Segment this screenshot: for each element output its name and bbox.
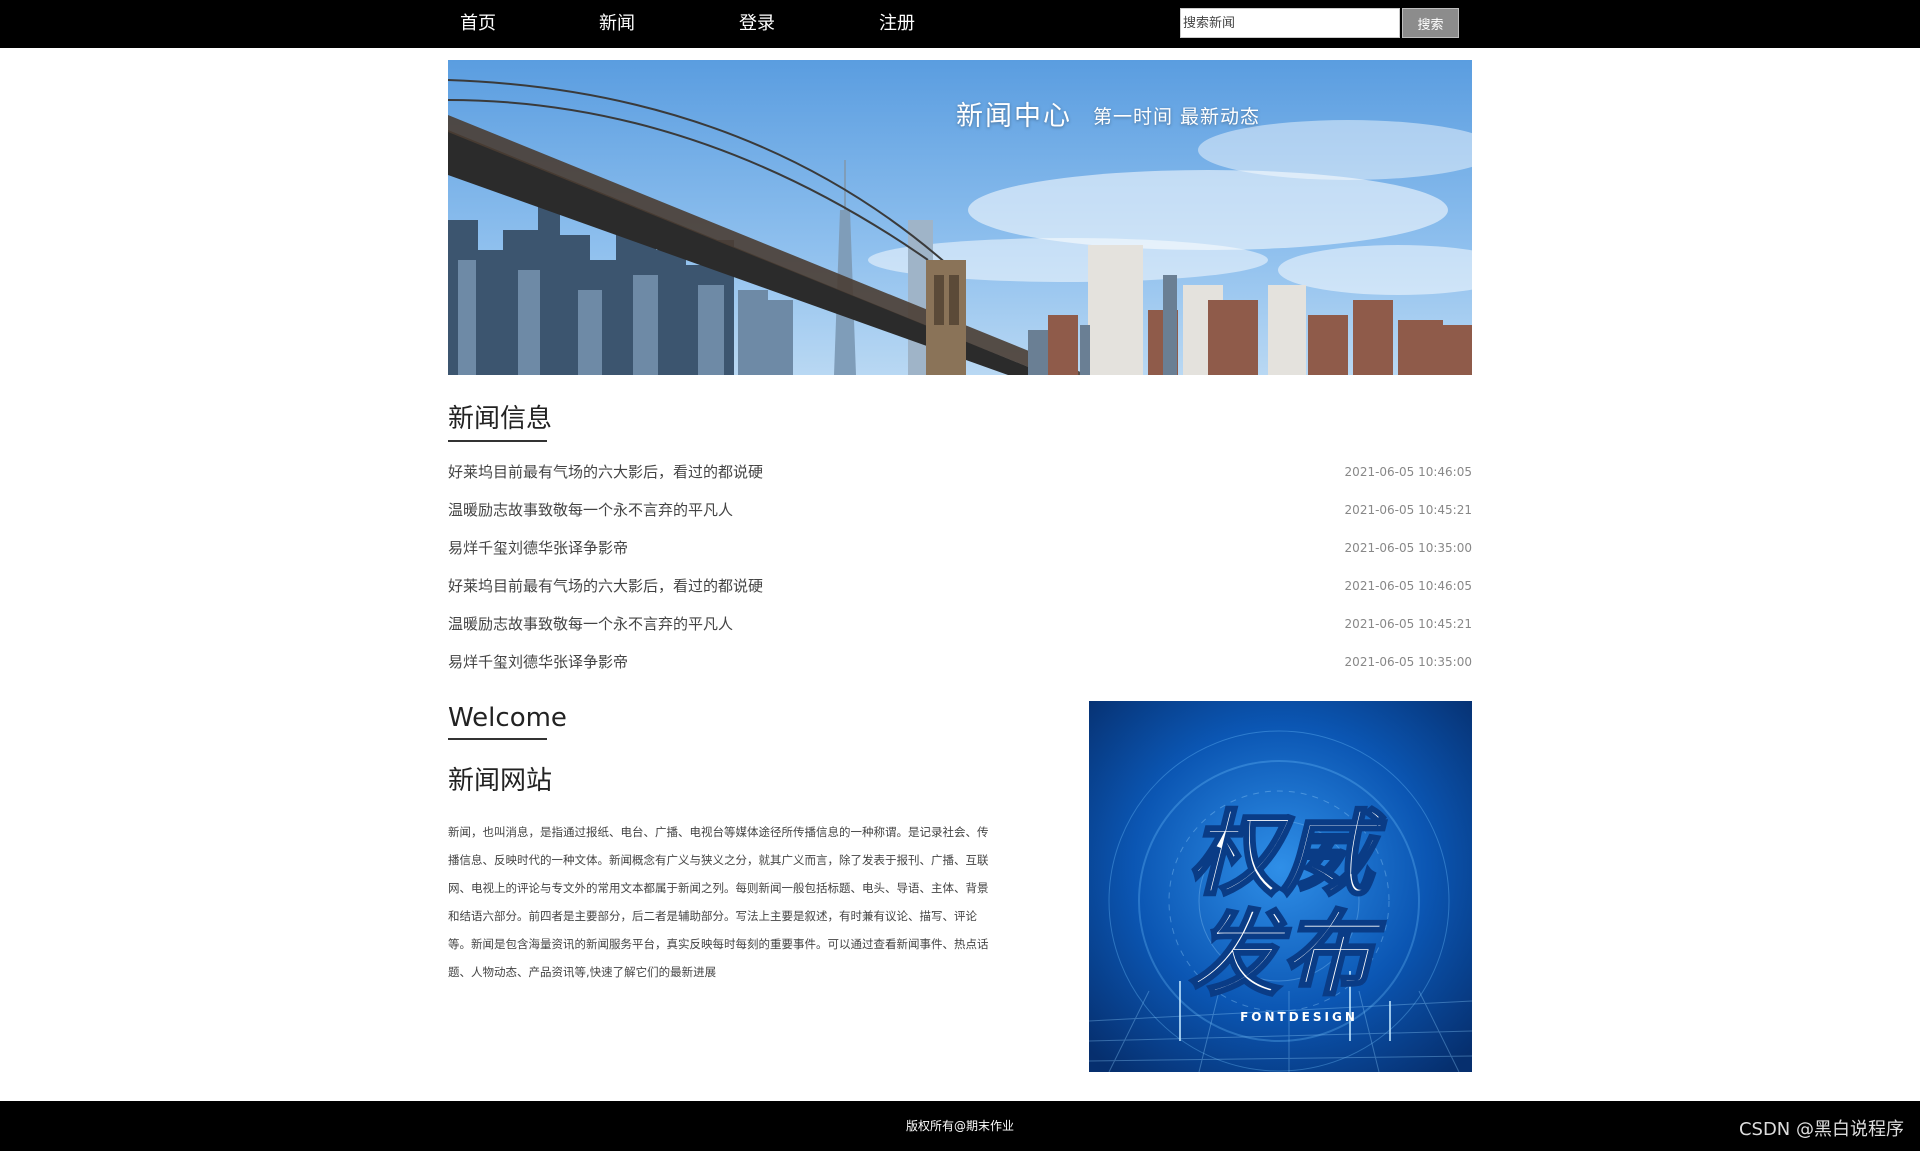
- promo-line-1: 权威: [1189, 801, 1387, 908]
- search-button[interactable]: 搜索: [1402, 8, 1459, 38]
- welcome-subheading: 新闻网站: [448, 766, 553, 796]
- footer-copyright: 版权所有@期末作业: [905, 1119, 1014, 1133]
- nav-item-register[interactable]: 注册: [879, 12, 915, 36]
- nav-item-login[interactable]: 登录: [739, 12, 775, 36]
- news-item[interactable]: 温暖励志故事致敬每一个永不言弃的平凡人 2021-06-05 10:45:21: [448, 494, 1472, 532]
- news-item-date: 2021-06-05 10:35:00: [1344, 541, 1472, 555]
- news-item-date: 2021-06-05 10:46:05: [1344, 465, 1472, 479]
- news-item-date: 2021-06-05 10:45:21: [1344, 503, 1472, 517]
- promo-image: 权威 发布 FONTDESIGN: [1089, 701, 1472, 1072]
- news-item[interactable]: 易烊千玺刘德华张译争影帝 2021-06-05 10:35:00: [448, 646, 1472, 684]
- banner-image: 新闻中心 第一时间 最新动态: [448, 60, 1472, 375]
- banner-title: 新闻中心: [956, 101, 1072, 132]
- news-item-date: 2021-06-05 10:35:00: [1344, 655, 1472, 669]
- csdn-watermark: CSDN @黑白说程序: [1738, 1119, 1904, 1140]
- news-item[interactable]: 易烊千玺刘德华张译争影帝 2021-06-05 10:35:00: [448, 532, 1472, 570]
- news-item-title[interactable]: 温暖励志故事致敬每一个永不言弃的平凡人: [448, 614, 733, 634]
- news-item[interactable]: 好莱坞目前最有气场的六大影后，看过的都说硬 2021-06-05 10:46:0…: [448, 456, 1472, 494]
- news-item-date: 2021-06-05 10:45:21: [1344, 617, 1472, 631]
- news-item-title[interactable]: 易烊千玺刘德华张译争影帝: [448, 652, 628, 672]
- news-item[interactable]: 好莱坞目前最有气场的六大影后，看过的都说硬 2021-06-05 10:46:0…: [448, 570, 1472, 608]
- news-item-title[interactable]: 温暖励志故事致敬每一个永不言弃的平凡人: [448, 500, 733, 520]
- banner-subtitle: 第一时间 最新动态: [1093, 106, 1261, 128]
- news-item-title[interactable]: 易烊千玺刘德华张译争影帝: [448, 538, 628, 558]
- news-list: 好莱坞目前最有气场的六大影后，看过的都说硬 2021-06-05 10:46:0…: [448, 456, 1472, 684]
- news-item-title[interactable]: 好莱坞目前最有气场的六大影后，看过的都说硬: [448, 576, 763, 596]
- search-input[interactable]: [1180, 8, 1400, 38]
- promo-line-2: 发布: [1189, 901, 1386, 1008]
- nav-item-home[interactable]: 首页: [460, 12, 496, 36]
- top-nav-bar: 首页 新闻 登录 注册 搜索: [0, 0, 1920, 48]
- nav-item-news[interactable]: 新闻: [599, 12, 635, 36]
- news-item-title[interactable]: 好莱坞目前最有气场的六大影后，看过的都说硬: [448, 462, 763, 482]
- footer: 版权所有@期末作业 CSDN @黑白说程序: [0, 1101, 1920, 1151]
- promo-headline: 权威 发布 FONTDESIGN: [1187, 800, 1388, 1025]
- promo-caption: FONTDESIGN: [1240, 1010, 1358, 1024]
- news-section-heading: 新闻信息: [448, 398, 552, 442]
- intro-paragraph: 新闻，也叫消息，是指通过报纸、电台、广播、电视台等媒体途径所传播信息的一种称谓。…: [448, 825, 989, 979]
- news-item-date: 2021-06-05 10:46:05: [1344, 579, 1472, 593]
- news-item[interactable]: 温暖励志故事致敬每一个永不言弃的平凡人 2021-06-05 10:45:21: [448, 608, 1472, 646]
- welcome-heading: Welcome: [448, 703, 567, 740]
